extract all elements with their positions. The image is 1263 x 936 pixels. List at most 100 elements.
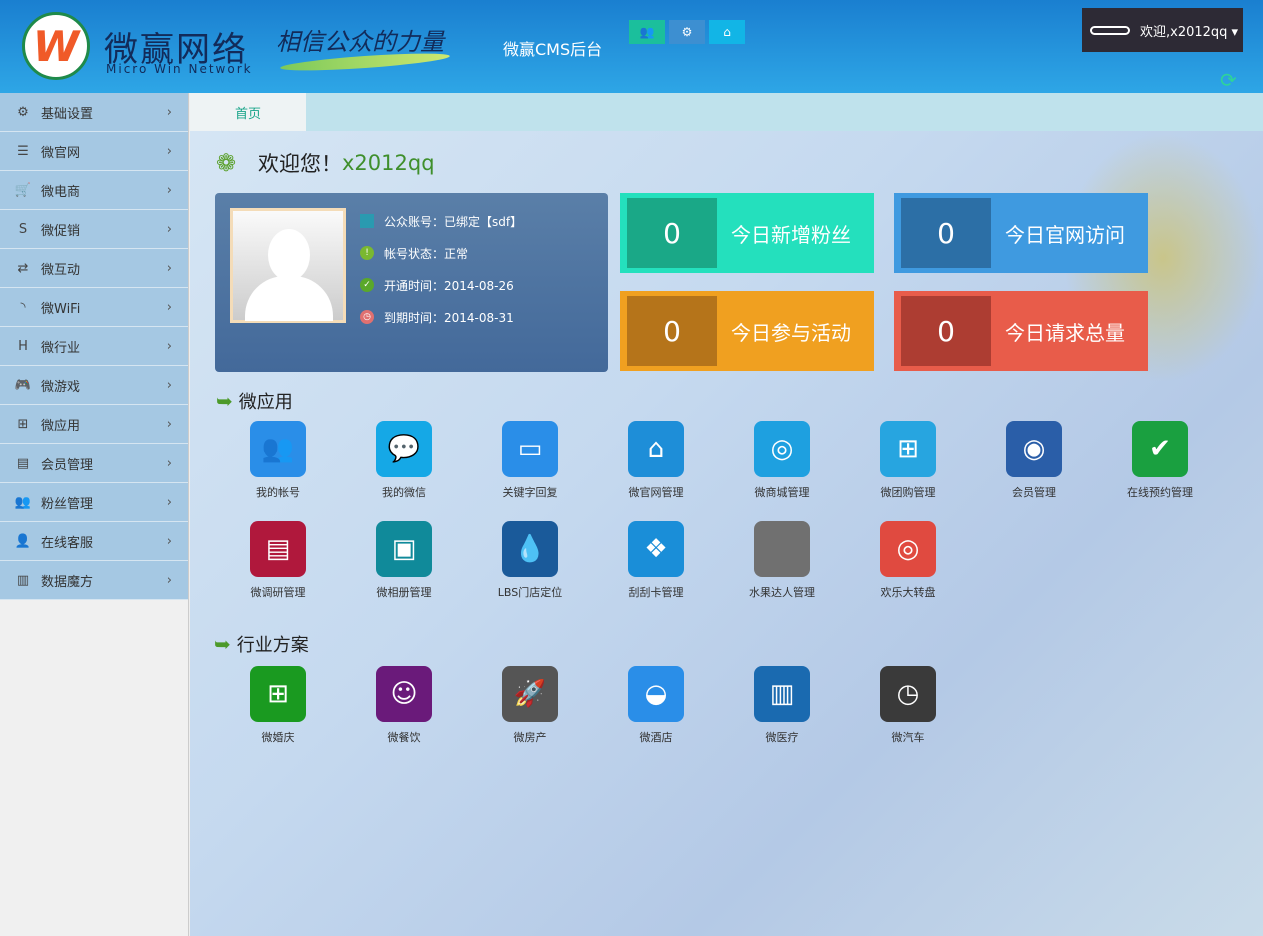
sidebar-item-label: 微应用 <box>41 418 81 434</box>
flag-icon <box>360 214 374 228</box>
home-button[interactable]: ⌂ <box>709 20 745 44</box>
gear-icon: ⚙ <box>681 25 693 39</box>
app-tile[interactable]: 💧 LBS门店定位 <box>467 521 593 600</box>
chevron-right-icon: › <box>166 338 172 354</box>
menu-icon: ▤ <box>16 455 30 471</box>
app-tile[interactable]: ⊞ 微婚庆 <box>215 666 341 745</box>
stat-label: 今日参与活动 <box>731 320 851 345</box>
users-button[interactable]: 👥 <box>629 20 665 44</box>
chevron-right-icon: › <box>166 299 172 315</box>
app-tile[interactable]: ◉ 会员管理 <box>971 421 1097 500</box>
menu-icon: 🎮 <box>14 377 32 393</box>
stat-card[interactable]: 0 今日新增粉丝 <box>620 193 874 273</box>
open-date-text: 开通时间：2014-08-26 <box>384 278 514 293</box>
app-icon: ▣ <box>376 521 432 577</box>
stat-label: 今日官网访问 <box>1005 222 1125 247</box>
chevron-right-icon: › <box>166 260 172 276</box>
sidebar-item-label: 微互动 <box>41 262 81 278</box>
app-tile[interactable]: ☺ 微餐饮 <box>341 666 467 745</box>
app-tile[interactable]: 🚀 微房产 <box>467 666 593 745</box>
app-icon: ⊞ <box>880 421 936 477</box>
app-label: 会员管理 <box>1012 486 1056 499</box>
arrow-icon: ➥ <box>216 389 233 413</box>
users-icon: 👥 <box>639 25 655 39</box>
app-icon: ⊞ <box>250 666 306 722</box>
sidebar-item[interactable]: 👤 在线客服 › <box>0 522 188 561</box>
app-icon: ✔ <box>1132 421 1188 477</box>
stat-value: 0 <box>627 198 717 268</box>
app-icon: 🚀 <box>502 666 558 722</box>
sidebar-item[interactable]: ⊞ 微应用 › <box>0 405 188 444</box>
stat-label: 今日新增粉丝 <box>731 222 851 247</box>
gear-button[interactable]: ⚙ <box>669 20 705 44</box>
app-label: LBS门店定位 <box>497 586 563 599</box>
app-icon: ▥ <box>754 666 810 722</box>
app-tile[interactable]: ◒ 微酒店 <box>593 666 719 745</box>
profile-card: 公众账号：已绑定【sdf】 ! 帐号状态：正常 ✓ 开通时间：2014-08-26 … <box>215 193 608 372</box>
sidebar-item[interactable]: ◝ 微WiFi › <box>0 288 188 327</box>
app-tile[interactable]: ◷ 微汽车 <box>845 666 971 745</box>
app-tile[interactable]: ❖ 刮刮卡管理 <box>593 521 719 600</box>
sidebar-item[interactable]: ⚙ 基础设置 › <box>0 93 188 132</box>
section-apps: ➥ 微应用 <box>216 388 293 414</box>
app-icon: 👥 <box>250 421 306 477</box>
app-tile[interactable]: 💬 我的微信 <box>341 421 467 500</box>
section-title: 行业方案 <box>236 635 309 656</box>
refresh-icon[interactable]: ⟳ <box>1220 68 1237 92</box>
app-tile[interactable]: 👥 我的帐号 <box>215 421 341 500</box>
app-icon: ◎ <box>880 521 936 577</box>
app-tile[interactable]: ⊞ 微团购管理 <box>845 421 971 500</box>
menu-icon: ◝ <box>20 299 26 315</box>
chevron-right-icon: › <box>166 494 172 510</box>
menu-icon: 👥 <box>14 494 32 510</box>
sidebar-item-label: 微官网 <box>41 145 81 161</box>
menu-icon: 👤 <box>14 533 32 549</box>
header: W 微赢网络 Micro Win Network 相信公众的力量 微赢CMS后台… <box>0 0 1263 93</box>
stat-value: 0 <box>627 296 717 366</box>
user-label: 欢迎,x2012qq ▾ <box>1140 24 1239 40</box>
sidebar-item[interactable]: H 微行业 › <box>0 327 188 366</box>
sidebar-item[interactable]: S 微促销 › <box>0 210 188 249</box>
sidebar-item-label: 微WiFi <box>41 301 81 317</box>
app-tile[interactable]: ◎ 微商城管理 <box>719 421 845 500</box>
stat-card[interactable]: 0 今日官网访问 <box>894 193 1148 273</box>
sidebar-item-label: 粉丝管理 <box>41 496 94 512</box>
app-tile[interactable]: ◎ 欢乐大转盘 <box>845 521 971 600</box>
sidebar-item[interactable]: 👥 粉丝管理 › <box>0 483 188 522</box>
chevron-right-icon: › <box>166 572 172 588</box>
sidebar-item[interactable]: 🛒 微电商 › <box>0 171 188 210</box>
wechat-icon: ❁ <box>216 149 237 177</box>
app-label: 我的微信 <box>382 486 426 499</box>
app-tile[interactable]: 水果达人管理 <box>719 521 845 600</box>
app-icon: 💧 <box>502 521 558 577</box>
app-icon: ▤ <box>250 521 306 577</box>
sidebar-item[interactable]: ☰ 微官网 › <box>0 132 188 171</box>
chevron-right-icon: › <box>166 455 172 471</box>
app-tile[interactable]: ▥ 微医疗 <box>719 666 845 745</box>
sidebar-item[interactable]: ⇄ 微互动 › <box>0 249 188 288</box>
app-tile[interactable]: ⌂ 微官网管理 <box>593 421 719 500</box>
menu-icon: H <box>18 338 28 354</box>
cms-title: 微赢CMS后台 <box>503 40 603 59</box>
stat-card[interactable]: 0 今日参与活动 <box>620 291 874 371</box>
sidebar-item[interactable]: ▤ 会员管理 › <box>0 444 188 483</box>
chevron-right-icon: › <box>166 221 172 237</box>
app-tile[interactable]: ▭ 关键字回复 <box>467 421 593 500</box>
app-label: 微婚庆 <box>261 731 295 744</box>
app-tile[interactable]: ✔ 在线预约管理 <box>1097 421 1223 500</box>
app-tile[interactable]: ▣ 微相册管理 <box>341 521 467 600</box>
welcome-username: x2012qq <box>342 151 435 175</box>
stat-card[interactable]: 0 今日请求总量 <box>894 291 1148 371</box>
sidebar: ⚙ 基础设置 › ☰ 微官网 › 🛒 微电商 › S 微促销 › ⇄ 微互动 › ◝ 微WiFi › H 微行业 › 🎮 微… <box>0 93 189 936</box>
sidebar-item[interactable]: 🎮 微游戏 › <box>0 366 188 405</box>
user-menu[interactable]: 欢迎,x2012qq ▾ <box>1082 8 1243 52</box>
section-title: 微应用 <box>238 392 293 413</box>
app-tile[interactable]: ▤ 微调研管理 <box>215 521 341 600</box>
expire-date-text: 到期时间：2014-08-31 <box>384 310 514 325</box>
tab-home[interactable]: 首页 <box>190 93 306 131</box>
logo: W <box>22 12 90 80</box>
avatar <box>230 208 346 323</box>
sidebar-item[interactable]: ▥ 数据魔方 › <box>0 561 188 600</box>
main-content: 首页 ❁ 欢迎您！ x2012qq 公众账号：已绑定【sdf】 ! 帐号状态：正常 … <box>190 93 1263 936</box>
sidebar-item-label: 微游戏 <box>41 379 81 395</box>
